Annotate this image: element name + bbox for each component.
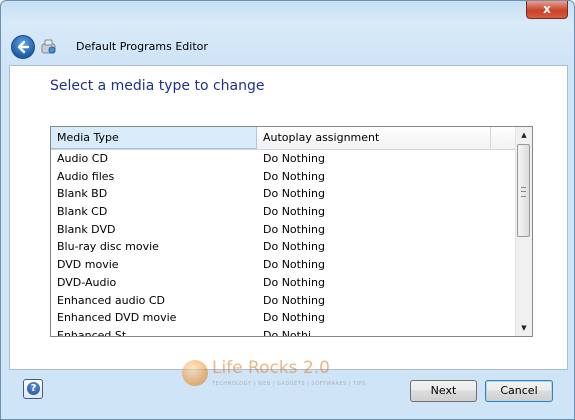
window: x Default Programs Editor Select a media… (0, 0, 575, 420)
close-button[interactable]: x (526, 1, 568, 19)
list-item[interactable]: Audio CD Do Nothing (51, 150, 516, 168)
assignment-cell: Do Nothing (263, 205, 325, 219)
back-arrow-icon (17, 40, 30, 54)
media-type-cell: Enhanced DVD movie (57, 311, 177, 325)
media-type-cell: Blank CD (57, 205, 108, 219)
list-item[interactable]: Enhanced DVD movie Do Nothing (51, 309, 516, 327)
assignment-cell: Do Nothing (263, 311, 325, 325)
list-item[interactable]: Enhanced audio CD Do Nothing (51, 292, 516, 310)
assignment-cell: Do Nothing (263, 187, 325, 201)
media-type-list: Media Type Autoplay assignment Audio CD D… (50, 126, 533, 337)
cancel-button[interactable]: Cancel (485, 380, 553, 402)
next-button[interactable]: Next (410, 380, 477, 402)
assignment-cell: Do Nothing (263, 222, 325, 236)
assignment-cell: Do Nothing (263, 169, 325, 183)
list-item[interactable]: Blank DVD Do Nothing (51, 221, 516, 239)
vertical-scrollbar[interactable]: ▲ ▼ (515, 127, 532, 336)
list-item[interactable]: Audio files Do Nothing (51, 168, 516, 186)
watermark-title: Life Rocks 2.0 (212, 358, 330, 378)
assignment-cell: Do Nothing (263, 275, 325, 289)
watermark: Life Rocks 2.0 TECHNOLOGY | WEB | GADGET… (182, 358, 402, 396)
media-type-cell: Blank BD (57, 187, 108, 201)
media-type-cell: Audio CD (57, 152, 108, 165)
close-icon: x (543, 2, 551, 16)
scroll-down-icon[interactable]: ▼ (516, 320, 532, 336)
media-type-cell: Blank DVD (57, 222, 116, 236)
assignment-cell: Do Nothing (263, 258, 325, 272)
list-rows: Audio CD Do Nothing Audio files Do Nothing… (51, 150, 516, 337)
help-icon: ? (27, 382, 40, 395)
list-item[interactable]: Blu-ray disc movie Do Nothing (51, 238, 516, 256)
media-type-cell: Enhanced audio CD (57, 293, 166, 307)
column-header-autoplay-assignment[interactable]: Autoplay assignment (257, 127, 491, 148)
assignment-cell: Do Nothing (263, 240, 325, 254)
default-programs-icon (41, 39, 56, 54)
column-header-label: Autoplay assignment (263, 131, 380, 144)
assignment-cell: Do Nothing (263, 152, 325, 165)
media-type-cell: Enhanced St... (57, 328, 137, 337)
assignment-cell: Do Nothi... (263, 328, 322, 337)
list-item[interactable]: Blank BD Do Nothing (51, 185, 516, 203)
media-type-cell: DVD movie (57, 258, 119, 272)
list-item[interactable]: DVD-Audio Do Nothing (51, 274, 516, 292)
help-button[interactable]: ? (23, 379, 43, 399)
content-pane: Select a media type to change Media Type… (9, 65, 568, 387)
scrollbar-grip-icon (521, 187, 526, 197)
watermark-subtitle: TECHNOLOGY | WEB | GADGETS | SOFTWARES |… (212, 381, 366, 387)
scroll-up-icon[interactable]: ▲ (516, 127, 532, 143)
page-heading: Select a media type to change (50, 78, 265, 94)
media-type-cell: DVD-Audio (57, 275, 117, 289)
assignment-cell: Do Nothing (263, 293, 325, 307)
list-header: Media Type Autoplay assignment (51, 127, 516, 150)
media-type-cell: Audio files (57, 169, 115, 183)
window-title: Default Programs Editor (76, 40, 208, 53)
list-item[interactable]: Enhanced St... Do Nothi... (51, 327, 516, 337)
media-type-cell: Blu-ray disc movie (57, 240, 159, 254)
column-header-label: Media Type (57, 131, 119, 144)
scrollbar-thumb[interactable] (517, 144, 530, 237)
back-button[interactable] (11, 35, 35, 59)
list-item[interactable]: Blank CD Do Nothing (51, 203, 516, 221)
list-item[interactable]: DVD movie Do Nothing (51, 256, 516, 274)
column-header-media-type[interactable]: Media Type (51, 127, 257, 149)
watermark-logo-icon (182, 360, 208, 386)
